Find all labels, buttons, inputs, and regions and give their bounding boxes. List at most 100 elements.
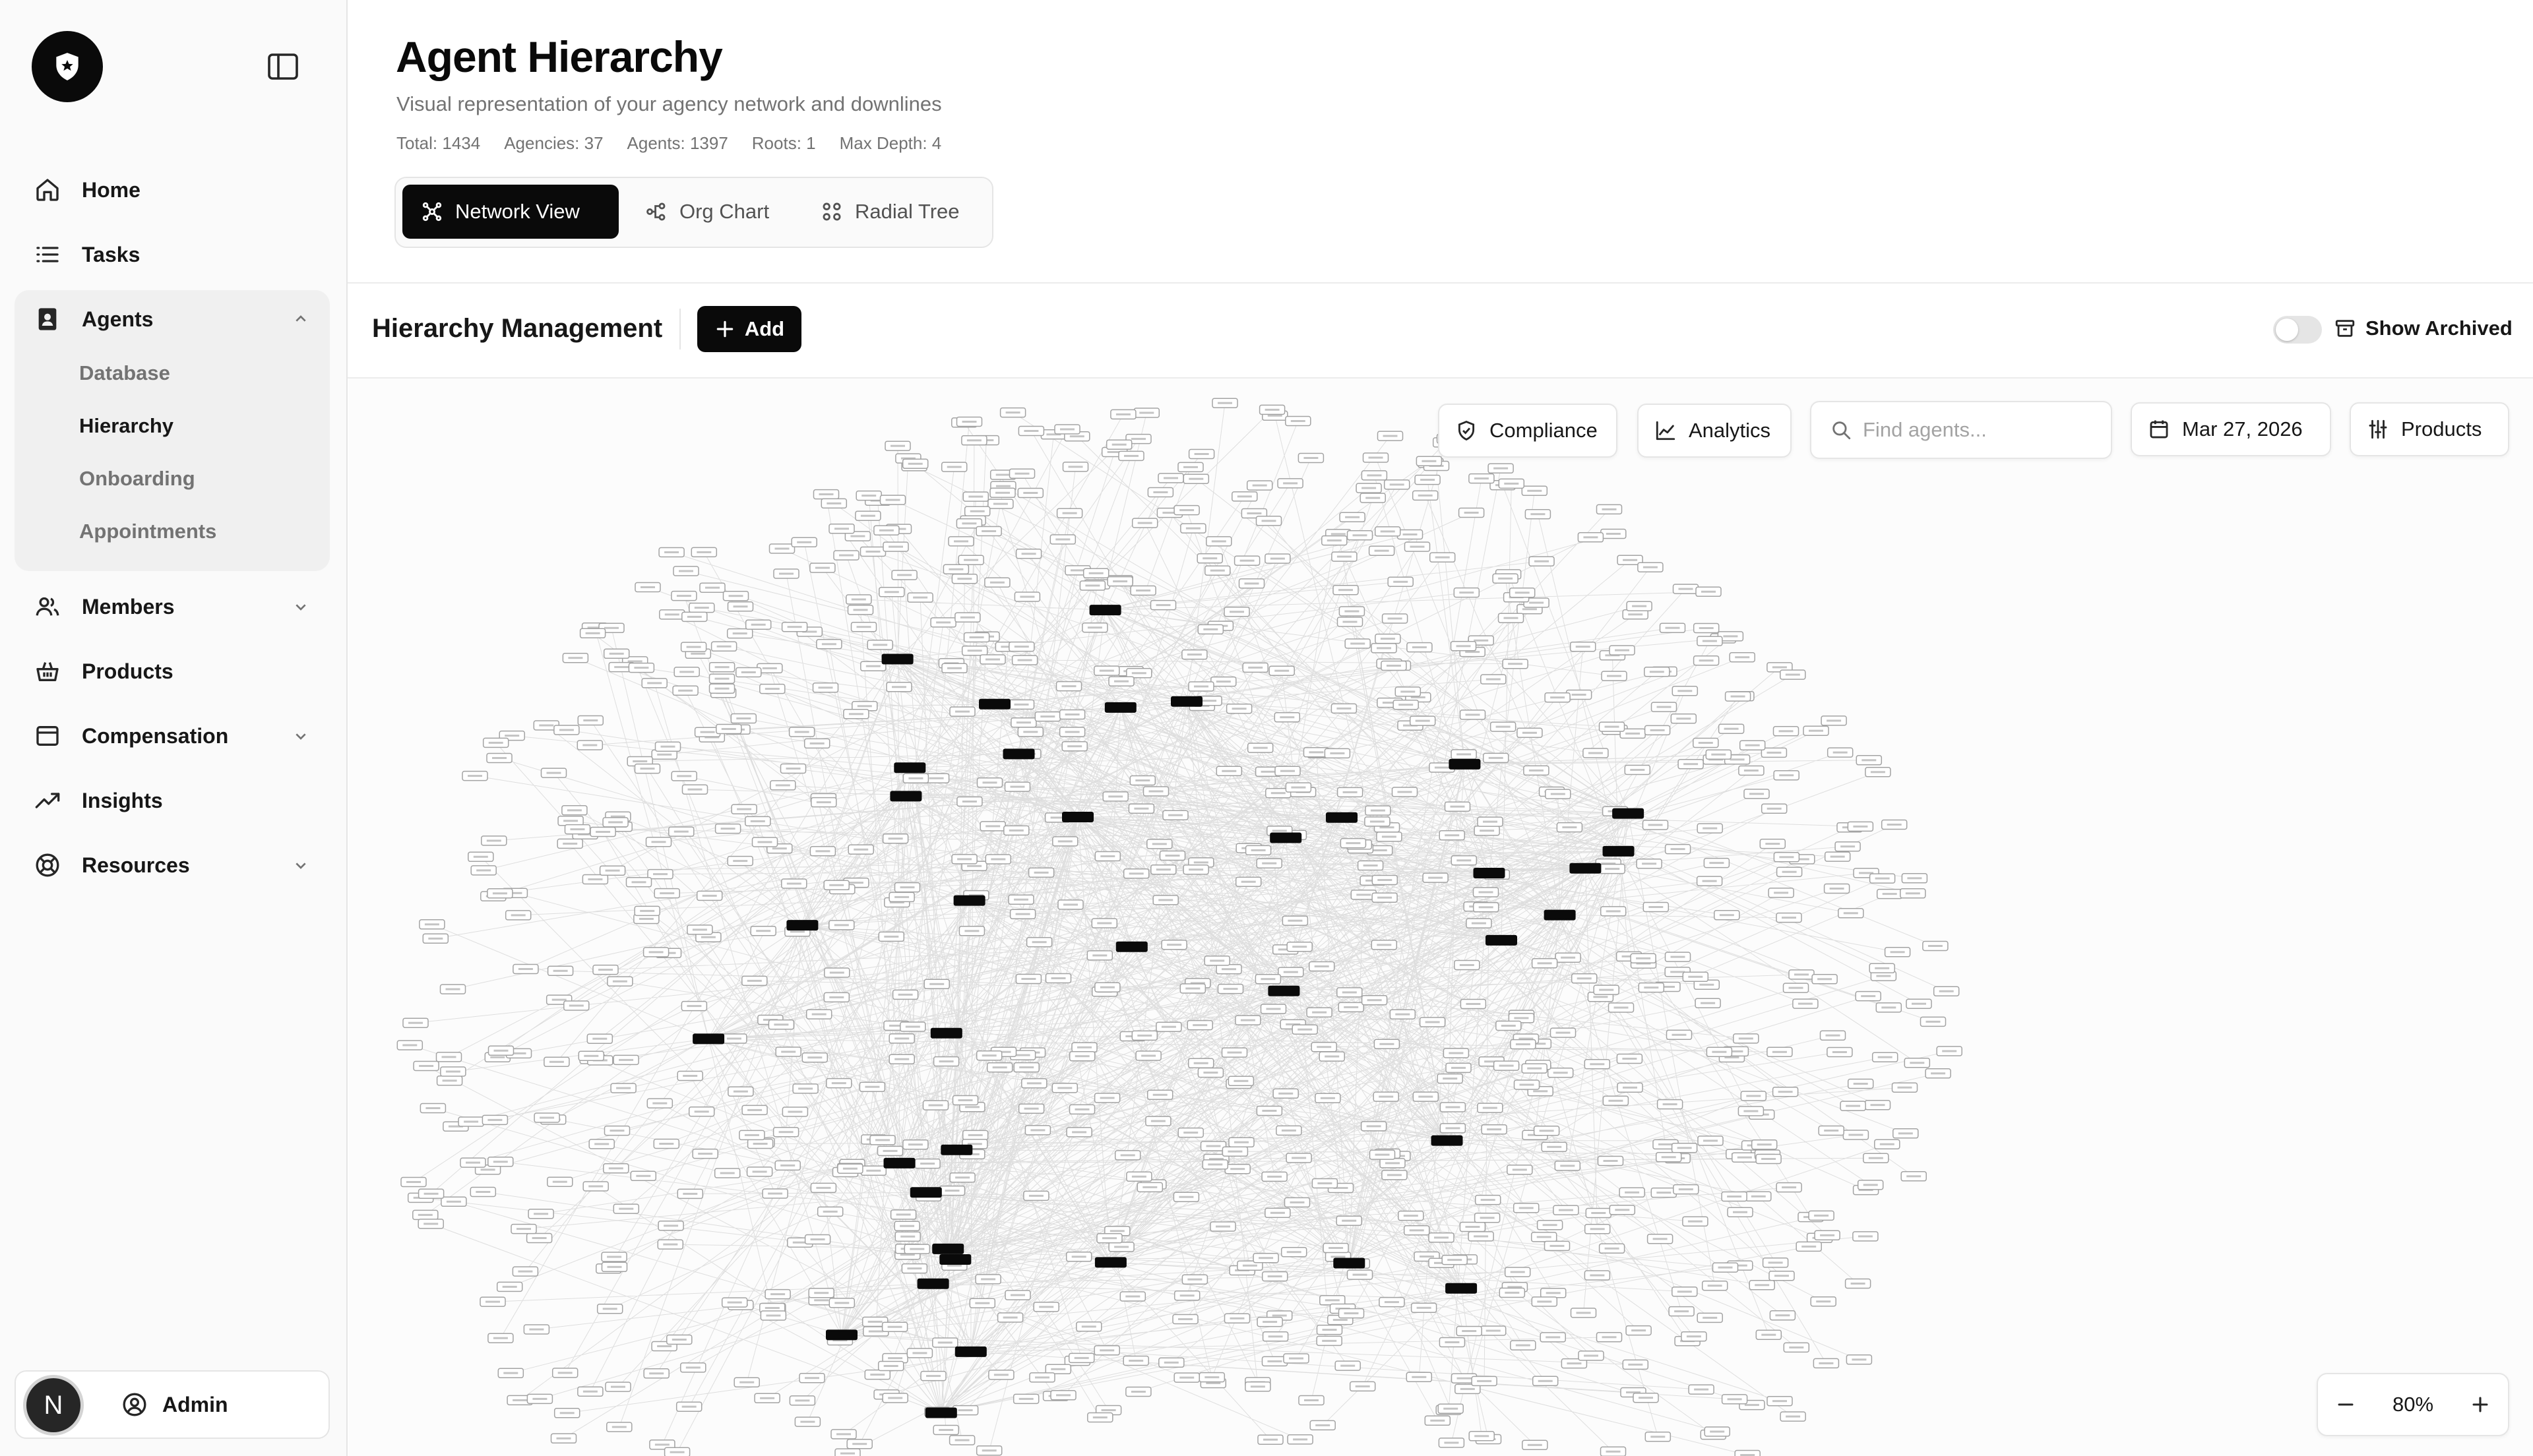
agent-node-label xyxy=(490,1056,505,1058)
agent-node-label xyxy=(1152,843,1167,845)
show-archived-toggle[interactable] xyxy=(2273,316,2322,344)
agent-node-label xyxy=(1381,835,1396,838)
app-logo[interactable] xyxy=(32,31,103,102)
agency-node[interactable] xyxy=(930,1027,962,1039)
agent-node-label xyxy=(1527,489,1542,492)
line-chart-icon xyxy=(1656,421,1675,440)
agency-node[interactable] xyxy=(1473,868,1505,878)
agency-node[interactable] xyxy=(1333,1258,1365,1269)
tab-radial-tree[interactable]: Radial Tree xyxy=(802,185,978,239)
agency-node[interactable] xyxy=(1445,1283,1478,1294)
agency-node[interactable] xyxy=(1569,863,1602,874)
agency-node[interactable] xyxy=(1094,1257,1127,1268)
zoom-in-button[interactable] xyxy=(2453,1375,2508,1434)
tab-org-chart[interactable]: Org Chart xyxy=(627,185,788,239)
agent-node-label xyxy=(714,677,730,680)
nav-agents-hierarchy[interactable]: Hierarchy xyxy=(79,414,173,438)
agency-node[interactable] xyxy=(1115,941,1148,952)
agency-node[interactable] xyxy=(1449,758,1481,770)
agency-node[interactable] xyxy=(826,1329,858,1341)
agency-node[interactable] xyxy=(917,1278,949,1289)
analytics-button[interactable]: Analytics xyxy=(1637,404,1792,458)
agency-node[interactable] xyxy=(1268,985,1300,996)
search-icon xyxy=(1832,421,1851,440)
agency-node[interactable] xyxy=(941,1144,973,1155)
search-input[interactable] xyxy=(1861,417,2086,442)
agency-node[interactable] xyxy=(953,895,985,906)
agency-node[interactable] xyxy=(1171,696,1203,707)
tab-network-view[interactable]: Network View xyxy=(402,185,619,239)
agent-node-label xyxy=(584,1054,599,1057)
show-archived[interactable]: Show Archived xyxy=(2334,317,2513,340)
agent-node[interactable] xyxy=(834,1448,861,1456)
nav-compensation[interactable]: Compensation xyxy=(15,709,330,763)
agency-node[interactable] xyxy=(979,698,1011,710)
zoom-out-button[interactable] xyxy=(2318,1375,2373,1434)
agent-node-label xyxy=(1100,1097,1115,1099)
agent-node-label xyxy=(608,1167,623,1170)
agency-node[interactable] xyxy=(910,1187,942,1198)
agency-node[interactable] xyxy=(693,1033,725,1045)
nav-members[interactable]: Members xyxy=(15,580,330,634)
user-card[interactable]: N Admin xyxy=(15,1370,330,1439)
agency-node[interactable] xyxy=(1062,812,1094,822)
agent-node-label xyxy=(1253,746,1268,749)
agent-node-label xyxy=(1088,572,1104,574)
agent-node-label xyxy=(968,495,984,498)
agent-node-label xyxy=(889,545,903,548)
agency-node[interactable] xyxy=(786,920,819,931)
agency-node[interactable] xyxy=(925,1407,957,1418)
date-picker-button[interactable]: Mar 27, 2026 xyxy=(2131,402,2331,456)
agent-node-label xyxy=(616,1087,631,1089)
nav-insights[interactable]: Insights xyxy=(15,774,330,828)
sidebar-toggle-button[interactable] xyxy=(264,50,302,83)
agent-node-label xyxy=(970,510,985,512)
agent-node-label xyxy=(892,686,906,688)
agency-node[interactable] xyxy=(1326,812,1358,823)
agent-node-label xyxy=(1615,649,1629,652)
agency-node[interactable] xyxy=(1544,909,1576,921)
nav-agents-onboarding[interactable]: Onboarding xyxy=(79,467,195,491)
agent-node-label xyxy=(1672,1033,1687,1036)
agent-node-label xyxy=(1464,512,1479,514)
agency-node[interactable] xyxy=(1089,605,1121,616)
agency-node[interactable] xyxy=(881,653,914,665)
agent-search[interactable] xyxy=(1810,401,2112,459)
compliance-button[interactable]: Compliance xyxy=(1438,404,1617,458)
agency-node[interactable] xyxy=(1485,934,1517,946)
network-graph[interactable] xyxy=(349,379,2533,1456)
products-filter-button[interactable]: Products xyxy=(2350,402,2509,456)
nav-products[interactable]: Products xyxy=(15,644,330,698)
agency-node[interactable] xyxy=(939,1254,972,1265)
nav-agents-database[interactable]: Database xyxy=(79,361,170,385)
agency-node[interactable] xyxy=(1104,702,1137,713)
nav-tasks[interactable]: Tasks xyxy=(15,228,330,282)
nav-resources[interactable]: Resources xyxy=(15,838,330,892)
agent-node-label xyxy=(1060,428,1075,431)
add-button[interactable]: Add xyxy=(697,306,801,352)
network-canvas[interactable] xyxy=(349,379,2533,1456)
agency-node[interactable] xyxy=(1612,808,1644,819)
agency-node[interactable] xyxy=(894,762,926,774)
agency-node[interactable] xyxy=(1602,845,1635,857)
nav-agents-appointments[interactable]: Appointments xyxy=(79,520,216,543)
nav-home[interactable]: Home xyxy=(15,163,330,217)
nav-agents[interactable]: Agents xyxy=(15,292,330,346)
agency-node[interactable] xyxy=(932,1243,964,1254)
agent-node-label xyxy=(1678,588,1693,590)
agent-node-label xyxy=(1636,957,1651,959)
avatar[interactable]: N xyxy=(26,1378,80,1432)
agency-node[interactable] xyxy=(1431,1135,1463,1146)
agency-node[interactable] xyxy=(1270,832,1302,843)
agent-node-label xyxy=(1017,659,1032,661)
agent-node-label xyxy=(1125,1295,1141,1298)
agency-node[interactable] xyxy=(883,1157,916,1168)
agency-node[interactable] xyxy=(954,1346,987,1357)
agent-node-label xyxy=(1656,706,1672,708)
agency-node[interactable] xyxy=(1003,748,1035,760)
user-role[interactable]: Admin xyxy=(121,1391,228,1418)
agent-node-label xyxy=(402,1044,418,1046)
agent-node-label xyxy=(1737,1156,1752,1159)
agency-node[interactable] xyxy=(890,791,922,802)
agent-node-label xyxy=(1499,1064,1514,1067)
